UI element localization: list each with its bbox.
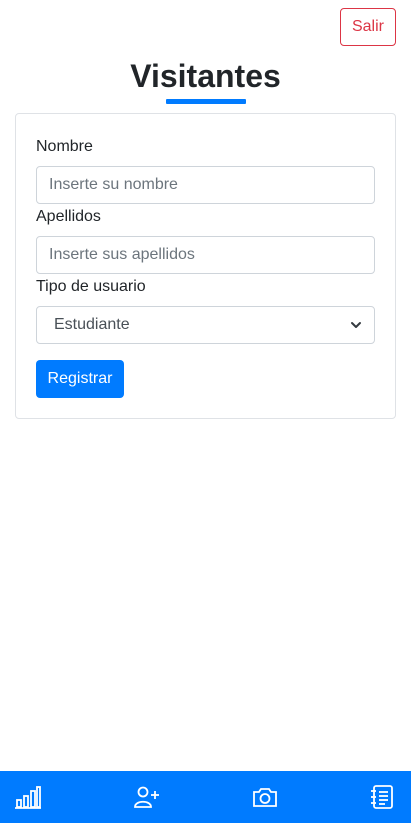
nav-item-stats[interactable] xyxy=(0,771,58,823)
name-label: Nombre xyxy=(36,138,93,155)
nav-item-records[interactable] xyxy=(352,771,411,823)
notebook-icon xyxy=(370,784,394,810)
add-user-icon xyxy=(134,785,160,809)
surname-input[interactable] xyxy=(36,236,375,274)
surname-label: Apellidos xyxy=(36,208,101,225)
nav-item-camera[interactable] xyxy=(235,771,295,823)
register-button[interactable]: Registrar xyxy=(36,360,124,398)
bar-chart-icon xyxy=(15,785,41,809)
title-underline xyxy=(166,99,246,104)
bottom-nav xyxy=(0,771,411,823)
user-type-label: Tipo de usuario xyxy=(36,278,146,295)
camera-icon xyxy=(252,786,278,808)
name-input[interactable] xyxy=(36,166,375,204)
user-type-select[interactable]: Estudiante xyxy=(36,306,375,344)
page-title: Visitantes xyxy=(130,58,281,94)
chevron-down-icon xyxy=(350,319,362,331)
logout-button[interactable]: Salir xyxy=(340,8,396,46)
nav-item-add-visitor[interactable] xyxy=(117,771,177,823)
user-type-selected: Estudiante xyxy=(54,316,130,333)
